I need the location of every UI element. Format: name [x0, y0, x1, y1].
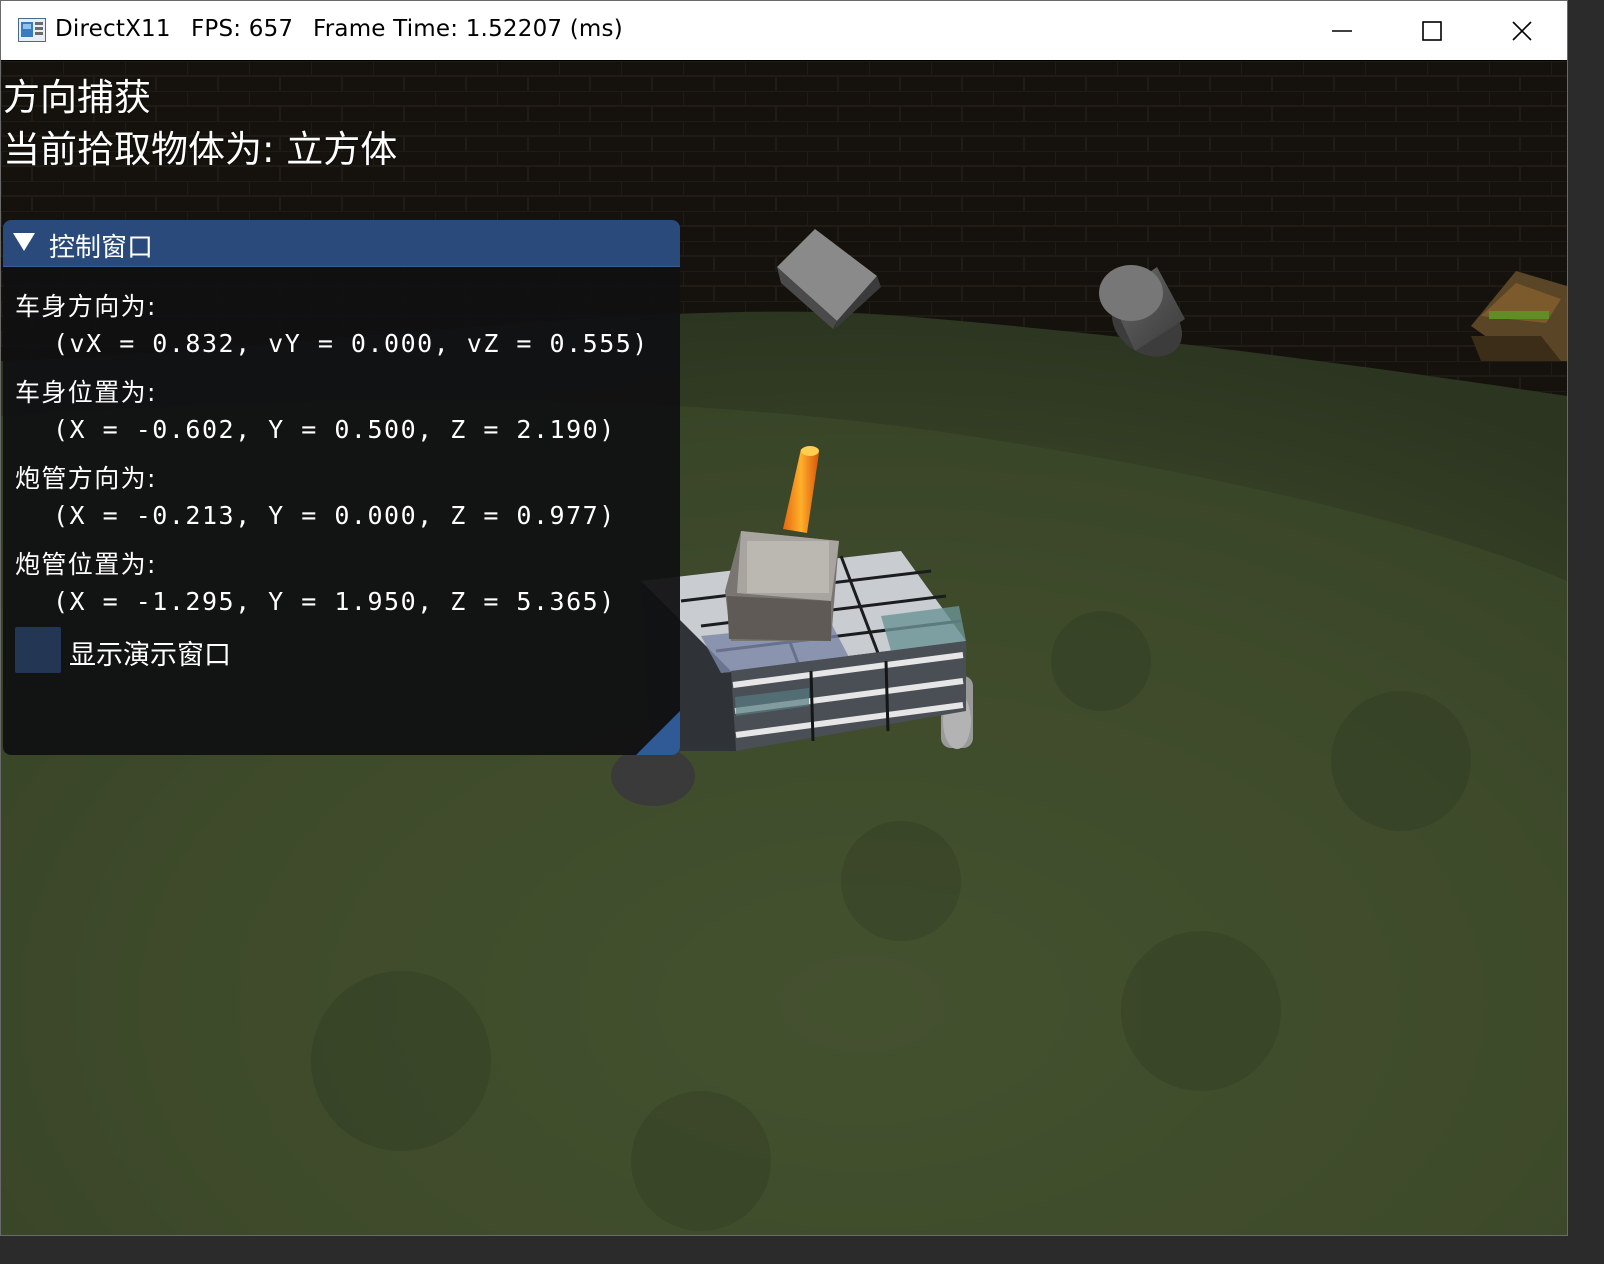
- maximize-icon: [1422, 20, 1442, 41]
- barrel-position-value: (X = -1.295, Y = 1.950, Z = 5.365): [53, 587, 616, 616]
- minimize-button[interactable]: [1297, 1, 1387, 60]
- maximize-button[interactable]: [1387, 1, 1477, 60]
- barrel-direction-label: 炮管方向为:: [15, 464, 157, 493]
- close-button[interactable]: [1477, 1, 1567, 60]
- app-icon: [18, 18, 46, 42]
- mode-label: 方向捕获: [3, 76, 151, 119]
- barrel-direction-value: (X = -0.213, Y = 0.000, Z = 0.977): [53, 501, 616, 530]
- minimize-icon: [1332, 29, 1352, 32]
- show-demo-label[interactable]: 显示演示窗口: [69, 633, 231, 672]
- control-window[interactable]: 控制窗口 车身方向为: (vX = 0.832, vY = 0.000, vZ …: [3, 220, 680, 755]
- control-window-title-bar[interactable]: 控制窗口: [3, 220, 680, 267]
- collapse-triangle-icon[interactable]: [13, 233, 35, 251]
- fps-readout: FPS: 657: [191, 16, 294, 42]
- show-demo-checkbox[interactable]: [15, 627, 61, 673]
- app-window: DirectX11 FPS: 657 Frame Time: 1.52207 (…: [0, 0, 1568, 1236]
- barrel-position-label: 炮管位置为:: [15, 550, 157, 579]
- picked-object-label: 当前拾取物体为: 立方体: [3, 128, 398, 171]
- body-direction-value: (vX = 0.832, vY = 0.000, vZ = 0.555): [53, 329, 649, 358]
- close-icon: [1512, 20, 1532, 41]
- resize-grip[interactable]: [636, 711, 680, 755]
- control-window-body: 车身方向为: (vX = 0.832, vY = 0.000, vZ = 0.5…: [3, 267, 680, 755]
- title-bar[interactable]: DirectX11 FPS: 657 Frame Time: 1.52207 (…: [1, 1, 1567, 60]
- body-direction-label: 车身方向为:: [15, 292, 157, 321]
- window-title: DirectX11: [55, 16, 171, 42]
- body-position-label: 车身位置为:: [15, 378, 157, 407]
- render-viewport[interactable]: 方向捕获 当前拾取物体为: 立方体 控制窗口 车身方向为: (vX = 0.83…: [1, 61, 1567, 1235]
- control-window-title: 控制窗口: [49, 233, 154, 263]
- frame-time-readout: Frame Time: 1.52207 (ms): [313, 16, 623, 42]
- body-position-value: (X = -0.602, Y = 0.500, Z = 2.190): [53, 415, 616, 444]
